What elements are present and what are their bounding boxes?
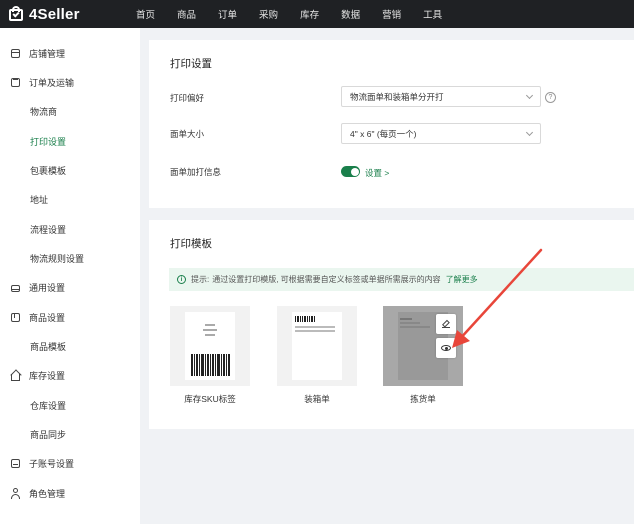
sidebar-item-label: 商品模板 <box>30 342 67 352</box>
sidebar-item-address[interactable]: 地址 <box>0 185 140 214</box>
tip-prefix: 提示: <box>191 275 210 284</box>
info-icon: i <box>177 275 186 284</box>
preview-template-button[interactable] <box>436 338 456 358</box>
sidebar-item-logistics-rules[interactable]: 物流规则设置 <box>0 244 140 273</box>
nav-marketing[interactable]: 营销 <box>382 7 401 21</box>
sidebar-item-label: 仓库设置 <box>30 401 67 411</box>
sku-label-preview <box>185 312 235 380</box>
sidebar-item-label: 流程设置 <box>30 225 67 235</box>
store-icon <box>10 48 21 59</box>
barcode-preview <box>295 316 316 322</box>
box-icon <box>10 312 21 323</box>
tip-text: 通过设置打印模版, 可根据需要自定义标签或单据所需展示的内容 <box>212 275 441 284</box>
shopping-bag-icon <box>8 6 24 22</box>
sidebar-item-label: 通用设置 <box>29 283 66 293</box>
user-icon <box>10 488 21 499</box>
sidebar-item-general-settings[interactable]: 通用设置 <box>0 273 140 302</box>
template-label-sku: 库存SKU标签 <box>184 394 236 404</box>
edit-template-button[interactable] <box>436 314 456 334</box>
sidebar-item-label: 打印设置 <box>30 137 67 147</box>
nav-tools[interactable]: 工具 <box>423 7 442 21</box>
warehouse-icon <box>9 368 22 381</box>
nav-inventory[interactable]: 库存 <box>300 7 319 21</box>
sidebar-item-warehouse-settings[interactable]: 仓库设置 <box>0 391 140 420</box>
preview-text-line <box>400 322 420 324</box>
sidebar-item-label: 物流规则设置 <box>30 254 85 264</box>
template-label-picking-list: 拣货单 <box>410 394 436 404</box>
extra-info-settings-link[interactable]: 设置 > <box>365 167 389 179</box>
nav-products[interactable]: 商品 <box>177 7 196 21</box>
print-templates-panel: 打印模板 i 提示: 通过设置打印模版, 可根据需要自定义标签或单据所需展示的内… <box>149 220 634 429</box>
eye-icon <box>441 345 451 351</box>
nav-purchase[interactable]: 采购 <box>259 7 278 21</box>
chevron-down-icon <box>525 128 534 137</box>
sidebar-item-product-templates[interactable]: 商品模板 <box>0 332 140 361</box>
print-preference-value: 物流面单和装箱单分开打 <box>350 91 444 102</box>
print-preference-select[interactable]: 物流面单和装箱单分开打 <box>341 86 541 107</box>
sidebar-item-label: 库存设置 <box>29 371 66 381</box>
sidebar-item-package-templates[interactable]: 包裹模板 <box>0 156 140 185</box>
sidebar-item-print-settings[interactable]: 打印设置 <box>0 127 140 156</box>
nav-data[interactable]: 数据 <box>341 7 360 21</box>
sidebar-item-orders-shipping[interactable]: 订单及运输 <box>0 68 140 97</box>
sidebar-item-product-sync[interactable]: 商品同步 <box>0 420 140 449</box>
sidebar-item-label: 包裹模板 <box>30 166 67 176</box>
printer-icon <box>10 282 21 293</box>
print-templates-title: 打印模板 <box>170 238 212 250</box>
sidebar-item-workflow[interactable]: 流程设置 <box>0 215 140 244</box>
sidebar-item-label: 角色管理 <box>29 489 66 499</box>
preview-text-line <box>400 326 430 328</box>
main-nav: 首页 商品 订单 采购 库存 数据 营销 工具 <box>136 0 464 28</box>
label-size-select[interactable]: 4" x 6" (每页一个) <box>341 123 541 144</box>
sidebar-item-label: 子账号设置 <box>29 459 75 469</box>
brand-logo[interactable]: 4Seller <box>8 6 118 23</box>
label-size-label: 面单大小 <box>170 129 205 139</box>
sidebar-item-sub-accounts[interactable]: 子账号设置 <box>0 449 140 478</box>
sidebar-item-label: 商品设置 <box>29 313 66 323</box>
preview-text-line <box>295 330 335 332</box>
nav-home[interactable]: 首页 <box>136 7 155 21</box>
preview-text-line <box>203 329 217 331</box>
sidebar-item-inventory-settings[interactable]: 库存设置 <box>0 361 140 390</box>
template-card-sku-label[interactable] <box>170 306 250 386</box>
sidebar-item-label: 商品同步 <box>30 430 67 440</box>
settings-sidebar: 店铺管理 订单及运输 物流商 打印设置 包裹模板 地址 流程设置 物流规则设置 … <box>0 28 140 524</box>
sidebar-item-product-settings[interactable]: 商品设置 <box>0 303 140 332</box>
sidebar-item-carriers[interactable]: 物流商 <box>0 97 140 126</box>
brand-name: 4Seller <box>29 5 80 23</box>
help-icon[interactable]: ? <box>545 92 556 103</box>
sidebar-item-store-management[interactable]: 店铺管理 <box>0 39 140 68</box>
nav-orders[interactable]: 订单 <box>218 7 237 21</box>
sidebar-item-label: 物流商 <box>30 107 58 117</box>
print-preference-label: 打印偏好 <box>170 93 205 103</box>
packing-slip-preview <box>292 312 342 380</box>
sidebar-item-label: 订单及运输 <box>29 78 75 88</box>
print-settings-title: 打印设置 <box>170 58 212 70</box>
sidebar-item-label: 地址 <box>30 195 49 205</box>
preview-text-line <box>400 318 412 320</box>
top-navbar: 4Seller 首页 商品 订单 采购 库存 数据 营销 工具 <box>0 0 634 28</box>
template-card-packing-slip[interactable] <box>277 306 357 386</box>
tip-bar: i 提示: 通过设置打印模版, 可根据需要自定义标签或单据所需展示的内容 了解更… <box>169 268 634 291</box>
label-size-value: 4" x 6" (每页一个) <box>350 128 417 139</box>
edit-icon <box>442 319 450 328</box>
preview-text-line <box>295 326 335 328</box>
print-settings-panel: 打印设置 打印偏好 物流面单和装箱单分开打 ? 面单大小 4" x 6" (每页… <box>149 40 634 208</box>
learn-more-link[interactable]: 了解更多 <box>446 274 478 285</box>
sidebar-item-label: 店铺管理 <box>29 49 66 59</box>
sub-account-icon <box>10 458 21 469</box>
template-card-picking-list[interactable] <box>383 306 463 386</box>
preview-text-line <box>205 334 215 336</box>
preview-text-line <box>205 324 215 326</box>
sidebar-item-role-management[interactable]: 角色管理 <box>0 479 140 508</box>
extra-info-toggle[interactable] <box>341 166 360 177</box>
chevron-down-icon <box>525 91 534 100</box>
barcode-preview <box>191 354 231 376</box>
extra-info-label: 面单加打信息 <box>170 167 222 177</box>
template-label-packing-slip: 装箱单 <box>304 394 330 404</box>
clipboard-icon <box>10 77 21 88</box>
